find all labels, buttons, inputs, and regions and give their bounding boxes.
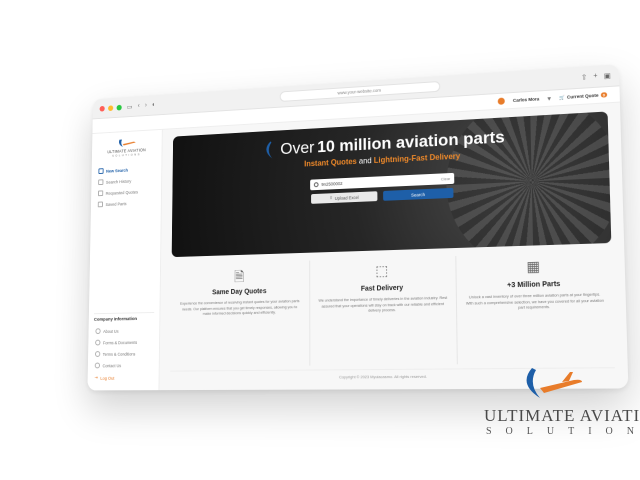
search-icon [98,168,104,175]
hero-subtitle-and: and [358,156,372,166]
brand-subtitle: SOLUTIONS [486,426,640,437]
quote-count-badge: 0 [600,92,608,98]
bookmark-icon [97,201,104,208]
upload-icon: ⇧ [329,195,333,201]
browser-window: ▭ ‹ › ◐ www.your-website.com ⇪ + ▣ Carlo… [87,64,629,391]
share-icon[interactable]: ⇪ [581,73,587,81]
search-query[interactable]: 9n2500002 [321,177,438,187]
brand-name: ULTIMATE AVIATION [484,406,640,425]
search-icon [313,182,319,188]
logout-icon: ⇥ [94,375,98,380]
sidebar-item-label: New Search [106,167,129,174]
cart-icon: 🛒 [559,94,565,100]
current-quote-label: Current Quote [566,92,599,100]
clear-button[interactable]: Clear [441,176,450,181]
sidebar-item-contact-us[interactable]: Contact Us [93,359,154,371]
brand-logo: ULTIMATE AVIATION SOLUTIONS [484,364,640,448]
sidebar: ULTIMATE AVIATION SOLUTIONS New Search S… [87,129,163,391]
stage: ▭ ‹ › ◐ www.your-website.com ⇪ + ▣ Carlo… [0,0,640,480]
box-icon: ⬚ [375,262,389,279]
window-controls [99,104,122,112]
brand-swoosh-icon [526,368,582,398]
forward-icon[interactable]: › [145,102,147,109]
hero-banner: Over 10 million aviation parts Instant Q… [171,111,612,258]
shield-icon: ◐ [152,101,156,109]
logout-button[interactable]: ⇥ Log Out [93,371,154,385]
main-content: Over 10 million aviation parts Instant Q… [159,103,628,391]
maximize-window-button[interactable] [116,104,122,111]
document-icon [95,339,101,346]
hero-subtitle-part2: Lightning-Fast Delivery [373,151,461,165]
history-icon [98,179,104,186]
upload-excel-button[interactable]: ⇧ Upload Excel [311,191,378,204]
document-check-icon: 🗎 [234,268,245,285]
close-window-button[interactable] [99,105,105,112]
features-section: 🗎 Same Day Quotes Experience the conveni… [170,251,615,367]
company-info-heading: Company Information [93,312,155,323]
hero-title-light: Over [280,138,315,159]
quote-icon [97,190,104,197]
terms-icon [94,351,101,357]
sidebar-toggle-icon[interactable]: ▭ [127,103,133,111]
feature-title: +3 Million Parts [507,280,561,290]
feature-card: 🗎 Same Day Quotes Experience the conveni… [170,260,310,367]
tabs-overview-icon[interactable]: ▣ [604,71,611,80]
feature-text: Experience the convenience of receiving … [180,299,300,316]
feature-title: Fast Delivery [360,284,404,293]
sidebar-item-terms[interactable]: Terms & Conditions [93,348,154,360]
swoosh-icon [266,141,273,159]
sidebar-item-label: Saved Parts [105,200,127,207]
current-quote-button[interactable]: 🛒 Current Quote 0 [559,92,608,101]
upload-label: Upload Excel [334,194,359,201]
sidebar-item-label: Forms & Documents [102,339,138,345]
part-search-input[interactable]: 9n2500002 Clear [310,172,455,191]
search-button[interactable]: Search [383,187,454,201]
feature-text: We understand the importance of timely d… [318,295,448,313]
feature-card: ⬚ Fast Delivery We understand the import… [309,256,459,366]
feature-text: Unlock a vast inventory of over three mi… [465,292,604,310]
info-icon [95,328,101,335]
sidebar-item-label: Contact Us [102,362,122,368]
feature-card: ▦ +3 Million Parts Unlock a vast invento… [457,251,615,364]
feature-title: Same Day Quotes [212,288,267,297]
phone-icon [94,362,101,369]
minimize-window-button[interactable] [108,104,114,111]
sidebar-item-forms-documents[interactable]: Forms & Documents [93,336,153,348]
sidebar-item-label: Search History [105,178,132,185]
sidebar-item-label: About Us [103,328,119,334]
sidebar-item-about-us[interactable]: About Us [94,324,154,336]
sidebar-logo[interactable]: ULTIMATE AVIATION SOLUTIONS [97,136,157,159]
sidebar-item-label: Terms & Conditions [102,351,136,357]
chevron-down-icon[interactable]: ▾ [547,94,551,102]
avatar[interactable] [497,97,505,105]
hero-title-bold: 10 million aviation parts [317,127,505,157]
logout-label: Log Out [100,375,115,381]
user-name[interactable]: Carlos Mora [513,96,539,103]
new-tab-icon[interactable]: + [593,72,597,80]
sidebar-item-label: Requested Quotes [105,189,139,196]
hero-subtitle-part1: Instant Quotes [304,157,357,169]
back-icon[interactable]: ‹ [138,103,140,110]
sidebar-logo-sub: SOLUTIONS [112,152,141,158]
boxes-icon: ▦ [526,257,541,275]
